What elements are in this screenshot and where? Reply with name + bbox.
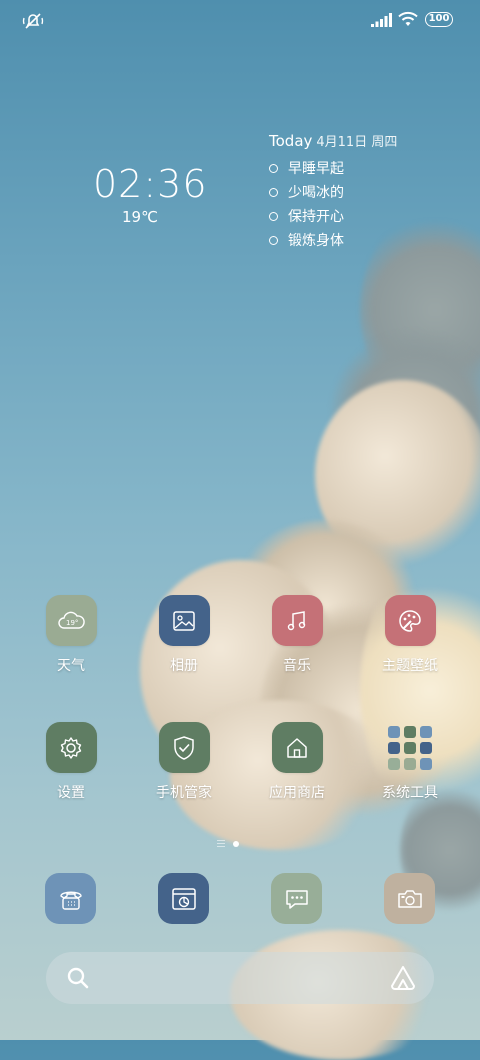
browser-icon: [171, 887, 196, 910]
gallery-icon[interactable]: [158, 595, 210, 646]
search-bar[interactable]: [46, 952, 434, 1004]
todo-date: 4月11日 周四: [316, 135, 398, 150]
checkbox-circle-icon[interactable]: [269, 163, 278, 173]
app-label: 系统工具: [382, 785, 438, 801]
phone-icon: [59, 891, 82, 910]
app-label: 主题壁纸: [382, 658, 438, 674]
checkbox-circle-icon[interactable]: [269, 235, 278, 245]
todo-header: Today 4月11日 周四: [269, 131, 449, 150]
app-music[interactable]: 音乐: [242, 595, 352, 675]
app-label: 应用商店: [269, 785, 325, 801]
todo-item[interactable]: 早睡早起: [269, 156, 449, 180]
minus-one-screen-indicator[interactable]: [217, 840, 225, 847]
folder-grid-icon[interactable]: [385, 722, 436, 773]
app-label: 天气: [57, 658, 85, 674]
dock-phone[interactable]: [45, 873, 96, 924]
checkbox-circle-icon[interactable]: [269, 187, 278, 197]
checkbox-circle-icon[interactable]: [269, 211, 278, 221]
weather-icon[interactable]: 19°: [45, 595, 97, 646]
folder-system-tools[interactable]: 系统工具: [355, 722, 465, 802]
todo-item[interactable]: 锻炼身体: [269, 228, 449, 252]
cellular-signal-icon: [371, 13, 392, 27]
page-indicator[interactable]: [217, 840, 239, 847]
search-icon[interactable]: [66, 966, 90, 990]
status-bar: 100: [0, 0, 480, 40]
wifi-icon: [398, 11, 418, 26]
todo-item-label: 锻炼身体: [288, 233, 344, 249]
app-label: 相册: [170, 658, 198, 674]
app-store-home-icon[interactable]: [271, 722, 323, 773]
app-gallery[interactable]: 相册: [129, 595, 239, 675]
app-settings[interactable]: 设置: [16, 722, 126, 802]
voice-assistant-icon[interactable]: [388, 964, 418, 992]
app-phone-manager[interactable]: 手机管家: [129, 722, 239, 802]
camera-icon: [397, 889, 422, 908]
app-weather[interactable]: 19° 天气: [16, 595, 126, 675]
mute-vibrate-icon: [22, 13, 44, 29]
svg-text:19°: 19°: [66, 619, 78, 627]
battery-indicator: 100: [425, 12, 453, 27]
todo-item-label: 少喝冰的: [288, 185, 344, 201]
todo-item-label: 保持开心: [288, 209, 344, 225]
todo-widget[interactable]: Today 4月11日 周四 早睡早起 少喝冰的 保持开心 锻炼身体: [269, 131, 449, 252]
dock-browser[interactable]: [158, 873, 209, 924]
theme-palette-icon[interactable]: [384, 595, 436, 646]
settings-icon[interactable]: [45, 722, 97, 773]
todo-item[interactable]: 少喝冰的: [269, 180, 449, 204]
app-themes[interactable]: 主题壁纸: [355, 595, 465, 675]
clock-time: 02:36: [93, 162, 208, 206]
music-icon[interactable]: [271, 595, 323, 646]
app-label: 手机管家: [156, 785, 212, 801]
app-store[interactable]: 应用商店: [242, 722, 352, 802]
messages-icon: [285, 889, 308, 909]
todo-item[interactable]: 保持开心: [269, 204, 449, 228]
dock-camera[interactable]: [384, 873, 435, 924]
app-label: 音乐: [283, 658, 311, 674]
page-dot-active[interactable]: [233, 840, 239, 847]
security-shield-icon[interactable]: [158, 722, 210, 773]
todo-title: Today: [269, 132, 313, 150]
dock-messages[interactable]: [271, 873, 322, 924]
clock-temperature: 19℃: [122, 208, 158, 226]
app-label: 设置: [57, 785, 85, 801]
todo-item-label: 早睡早起: [288, 161, 344, 177]
